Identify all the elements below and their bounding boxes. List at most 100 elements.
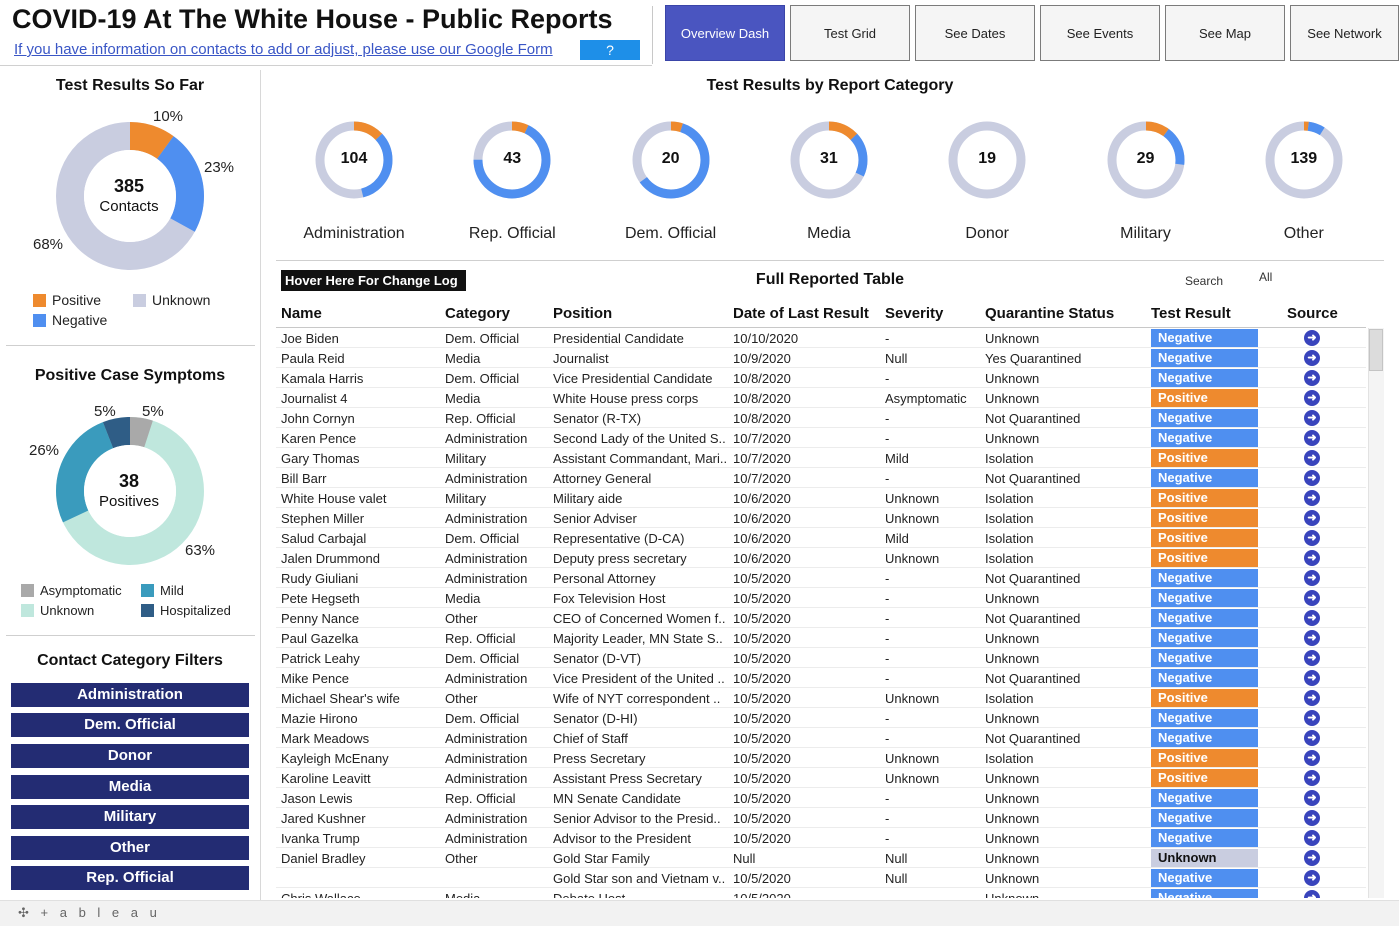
cell-quarantine: Isolation	[985, 511, 1034, 526]
nav-overview-dash[interactable]: Overview Dash	[665, 5, 785, 61]
source-link-arrow-icon[interactable]: ➜	[1304, 390, 1320, 406]
table-row[interactable]: White House valet Military Military aide 10…	[276, 488, 1366, 508]
table-row[interactable]: Mark Meadows Administration Chief of Staff…	[276, 728, 1366, 748]
col-header-date[interactable]: Date of Last Result	[733, 305, 869, 322]
col-header-test-result[interactable]: Test Result	[1151, 305, 1231, 322]
source-link-arrow-icon[interactable]: ➜	[1304, 830, 1320, 846]
source-link-arrow-icon[interactable]: ➜	[1304, 650, 1320, 666]
table-row[interactable]: Patrick Leahy Dem. Official Senator (D-VT)…	[276, 648, 1366, 668]
source-link-arrow-icon[interactable]: ➜	[1304, 470, 1320, 486]
cell-date: 10/9/2020	[733, 351, 791, 366]
filter-other-button[interactable]: Other	[11, 836, 249, 860]
legend-mild[interactable]: Mild	[141, 583, 184, 598]
source-link-arrow-icon[interactable]: ➜	[1304, 670, 1320, 686]
source-link-arrow-icon[interactable]: ➜	[1304, 610, 1320, 626]
table-row[interactable]: Paul Gazelka Rep. Official Majority Leader…	[276, 628, 1366, 648]
filter-administration-button[interactable]: Administration	[11, 683, 249, 707]
source-link-arrow-icon[interactable]: ➜	[1304, 590, 1320, 606]
cell-quarantine: Not Quarantined	[985, 571, 1081, 586]
table-row[interactable]: Michael Shear's wife Other Wife of NYT cor…	[276, 688, 1366, 708]
source-link-arrow-icon[interactable]: ➜	[1304, 630, 1320, 646]
source-link-arrow-icon[interactable]: ➜	[1304, 850, 1320, 866]
nav-see-map[interactable]: See Map	[1165, 5, 1285, 61]
filter-military-button[interactable]: Military	[11, 805, 249, 829]
table-row[interactable]: Daniel Bradley Other Gold Star Family Null N…	[276, 848, 1366, 868]
source-link-arrow-icon[interactable]: ➜	[1304, 570, 1320, 586]
col-header-source[interactable]: Source	[1287, 305, 1338, 322]
table-scrollbar[interactable]	[1368, 328, 1384, 898]
source-link-arrow-icon[interactable]: ➜	[1304, 510, 1320, 526]
table-row[interactable]: Jalen Drummond Administration Deputy press…	[276, 548, 1366, 568]
table-row[interactable]: Salud Carbajal Dem. Official Representativ…	[276, 528, 1366, 548]
category-section-title: Test Results by Report Category	[706, 77, 954, 94]
cell-quarantine: Isolation	[985, 691, 1034, 706]
nav-see-dates[interactable]: See Dates	[915, 5, 1035, 61]
source-link-arrow-icon[interactable]: ➜	[1304, 410, 1320, 426]
legend-asymptomatic[interactable]: Asymptomatic	[21, 583, 122, 598]
source-link-arrow-icon[interactable]: ➜	[1304, 870, 1320, 886]
table-row[interactable]: Paula Reid Media Journalist 10/9/2020 Null Ye…	[276, 348, 1366, 368]
legend-symptom-unknown[interactable]: Unknown	[21, 603, 94, 618]
col-header-position[interactable]: Position	[553, 305, 612, 322]
source-link-arrow-icon[interactable]: ➜	[1304, 530, 1320, 546]
source-link-arrow-icon[interactable]: ➜	[1304, 710, 1320, 726]
col-header-quarantine[interactable]: Quarantine Status	[985, 305, 1114, 322]
source-link-arrow-icon[interactable]: ➜	[1304, 690, 1320, 706]
legend-positive[interactable]: Positive	[33, 292, 101, 308]
tableau-logo[interactable]: ✣ + a b l e a u	[18, 905, 161, 921]
table-row[interactable]: Mike Pence Administration Vice President o…	[276, 668, 1366, 688]
table-row[interactable]: Jared Kushner Administration Senior Adviso…	[276, 808, 1366, 828]
google-form-link[interactable]: If you have information on contacts to a…	[14, 41, 553, 58]
table-row[interactable]: Chris Wallace MediaDebate Host10/5/2020-U…	[276, 888, 1366, 898]
legend-hospitalized[interactable]: Hospitalized	[141, 603, 231, 618]
table-row[interactable]: Karen Pence Administration Second Lady of …	[276, 428, 1366, 448]
table-row[interactable]: Penny Nance Other CEO of Concerned Women f…	[276, 608, 1366, 628]
table-row[interactable]: Kayleigh McEnany Administration Press Secr…	[276, 748, 1366, 768]
table-row[interactable]: Karoline Leavitt Administration Assistant …	[276, 768, 1366, 788]
table-row[interactable]: Ivanka Trump Administration Advisor to the…	[276, 828, 1366, 848]
source-link-arrow-icon[interactable]: ➜	[1304, 770, 1320, 786]
source-link-arrow-icon[interactable]: ➜	[1304, 790, 1320, 806]
help-button[interactable]: ?	[580, 40, 640, 60]
filter-media-button[interactable]: Media	[11, 775, 249, 799]
table-row[interactable]: Bill Barr Administration Attorney General 1…	[276, 468, 1366, 488]
source-link-arrow-icon[interactable]: ➜	[1304, 350, 1320, 366]
table-row[interactable]: Rudy Giuliani Administration Personal Atto…	[276, 568, 1366, 588]
source-link-arrow-icon[interactable]: ➜	[1304, 370, 1320, 386]
table-row[interactable]: Gold Star son and Vietnam v.. 10/5/2020 Nu…	[276, 868, 1366, 888]
source-link-arrow-icon[interactable]: ➜	[1304, 890, 1320, 898]
table-scrollbar-thumb[interactable]	[1369, 329, 1383, 371]
filter-rep-official-button[interactable]: Rep. Official	[11, 866, 249, 890]
table-row[interactable]: Mazie Hirono Dem. Official Senator (D-HI) 1…	[276, 708, 1366, 728]
source-link-arrow-icon[interactable]: ➜	[1304, 430, 1320, 446]
source-link-arrow-icon[interactable]: ➜	[1304, 750, 1320, 766]
table-row[interactable]: Journalist 4 Media White House press corps…	[276, 388, 1366, 408]
table-row[interactable]: Kamala Harris Dem. Official Vice President…	[276, 368, 1366, 388]
table-row[interactable]: Joe Biden Dem. Official Presidential Candi…	[276, 328, 1366, 348]
table-row[interactable]: Pete Hegseth Media Fox Television Host 10/5…	[276, 588, 1366, 608]
source-link-arrow-icon[interactable]: ➜	[1304, 490, 1320, 506]
change-log-hover[interactable]: Hover Here For Change Log	[281, 270, 466, 291]
source-link-arrow-icon[interactable]: ➜	[1304, 450, 1320, 466]
col-header-category[interactable]: Category	[445, 305, 510, 322]
legend-negative[interactable]: Negative	[33, 312, 107, 328]
nav-see-network[interactable]: See Network	[1290, 5, 1399, 61]
filter-dem-official-button[interactable]: Dem. Official	[11, 713, 249, 737]
search-filter-value[interactable]: All	[1259, 270, 1272, 284]
col-header-severity[interactable]: Severity	[885, 305, 943, 322]
nav-test-grid[interactable]: Test Grid	[790, 5, 910, 61]
cell-name: Michael Shear's wife	[281, 691, 400, 706]
col-header-name[interactable]: Name	[281, 305, 322, 322]
source-link-arrow-icon[interactable]: ➜	[1304, 730, 1320, 746]
table-row[interactable]: Stephen Miller Administration Senior Advis…	[276, 508, 1366, 528]
cell-position: Attorney General	[553, 471, 652, 486]
nav-see-events[interactable]: See Events	[1040, 5, 1160, 61]
source-link-arrow-icon[interactable]: ➜	[1304, 330, 1320, 346]
source-link-arrow-icon[interactable]: ➜	[1304, 810, 1320, 826]
legend-unknown[interactable]: Unknown	[133, 292, 210, 308]
table-row[interactable]: John Cornyn Rep. Official Senator (R-TX) 10…	[276, 408, 1366, 428]
table-row[interactable]: Gary Thomas Military Assistant Commandant,…	[276, 448, 1366, 468]
filter-donor-button[interactable]: Donor	[11, 744, 249, 768]
table-row[interactable]: Jason Lewis Rep. Official MN Senate Candid…	[276, 788, 1366, 808]
source-link-arrow-icon[interactable]: ➜	[1304, 550, 1320, 566]
